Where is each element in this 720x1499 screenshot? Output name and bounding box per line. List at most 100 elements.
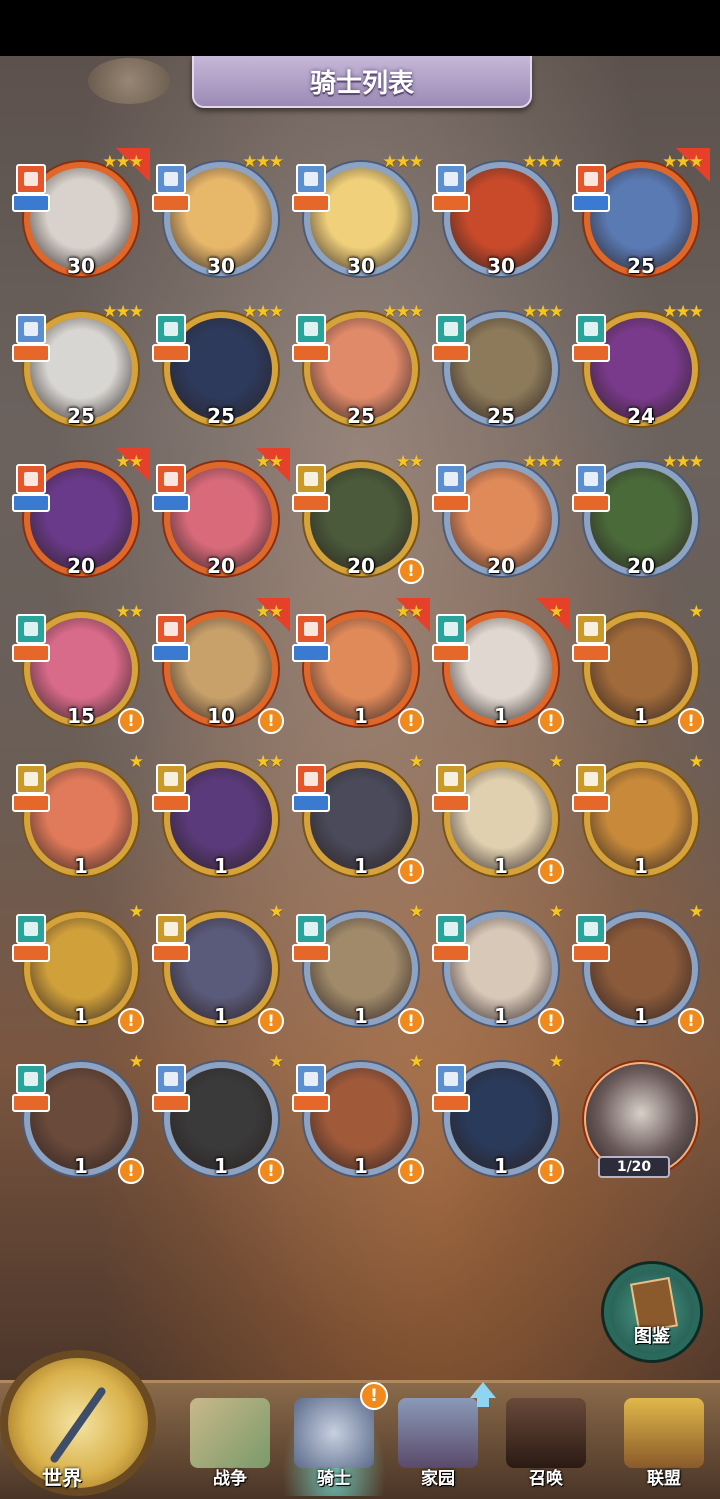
knight-card[interactable]: ★ 1 xyxy=(572,750,706,890)
knight-level: 25 xyxy=(487,404,515,428)
star-rating: ★ xyxy=(688,902,704,922)
star-rating: ★ xyxy=(688,752,704,772)
knight-card[interactable]: ★ 1! xyxy=(572,600,706,740)
knight-card[interactable]: ★ 1! xyxy=(12,900,146,1040)
knight-card[interactable]: ★★ 1 xyxy=(152,750,286,890)
knight-level: 20 xyxy=(67,554,95,578)
star-rating: ★ xyxy=(548,602,564,622)
alert-icon: ! xyxy=(398,708,424,734)
alert-icon: ! xyxy=(538,1158,564,1184)
knight-card[interactable]: ★ 1! xyxy=(12,1050,146,1190)
star-rating: ★★ xyxy=(255,602,285,622)
knight-card[interactable]: ★ 1! xyxy=(432,598,570,740)
alert-icon: ! xyxy=(118,1158,144,1184)
knight-card[interactable]: ★★★ 25 xyxy=(152,300,286,440)
role-badge-icon xyxy=(432,644,470,662)
star-rating: ★★★ xyxy=(662,152,704,172)
knight-card[interactable]: ★★★ 30 xyxy=(292,150,426,290)
alert-icon: ! xyxy=(258,1158,284,1184)
knight-card[interactable]: ★★★ 20 xyxy=(432,450,566,590)
knight-level: 1 xyxy=(634,854,648,878)
role-badge-icon xyxy=(572,944,610,962)
knight-card[interactable]: ★ 1! xyxy=(432,750,566,890)
star-rating: ★★★ xyxy=(662,302,704,322)
star-rating: ★ xyxy=(128,752,144,772)
knight-card[interactable]: ★★★ 30 xyxy=(12,148,150,290)
knight-card[interactable]: ★★★ 25 xyxy=(292,300,426,440)
star-rating: ★★★ xyxy=(382,302,424,322)
alert-icon: ! xyxy=(538,1008,564,1034)
star-rating: ★ xyxy=(548,902,564,922)
class-badge-icon xyxy=(16,614,46,644)
knight-card[interactable]: ★ 1! xyxy=(292,750,426,890)
knight-level: 25 xyxy=(67,404,95,428)
knight-level: 20 xyxy=(207,554,235,578)
nav-summon[interactable]: 召唤 xyxy=(494,1390,598,1496)
star-rating: ★★ xyxy=(395,452,425,472)
role-badge-icon xyxy=(432,194,470,212)
knight-card[interactable]: ★ 1! xyxy=(152,1050,286,1190)
world-label: 世界 xyxy=(42,1466,82,1490)
class-badge-icon xyxy=(296,1064,326,1094)
nav-alliance[interactable]: 联盟 xyxy=(612,1390,716,1496)
knight-level: 30 xyxy=(487,254,515,278)
knight-card[interactable]: ★★ 20 xyxy=(12,448,150,590)
knight-level: 20 xyxy=(627,554,655,578)
nav-home[interactable]: 家园 xyxy=(386,1390,490,1496)
knight-card[interactable]: ★★★ 30 xyxy=(152,150,286,290)
knight-card[interactable]: ★ 1! xyxy=(432,1050,566,1190)
knight-level: 20 xyxy=(487,554,515,578)
role-badge-icon xyxy=(292,1094,330,1112)
knight-level: 25 xyxy=(347,404,375,428)
knight-card[interactable]: ★ 1! xyxy=(292,900,426,1040)
knight-card[interactable]: ★ 1 xyxy=(12,750,146,890)
knight-level: 25 xyxy=(627,254,655,278)
role-badge-icon xyxy=(292,644,330,662)
class-badge-icon xyxy=(576,914,606,944)
knight-card[interactable]: ★ 1! xyxy=(152,900,286,1040)
star-rating: ★ xyxy=(128,902,144,922)
class-badge-icon xyxy=(296,164,326,194)
star-rating: ★ xyxy=(128,1052,144,1072)
knight-card[interactable]: ★ 1! xyxy=(572,900,706,1040)
knight-level: 25 xyxy=(207,404,235,428)
knight-card[interactable]: ★ 1! xyxy=(432,900,566,1040)
alert-icon: ! xyxy=(118,708,144,734)
class-badge-icon xyxy=(156,1064,186,1094)
star-rating: ★★★ xyxy=(662,452,704,472)
star-rating: ★ xyxy=(268,1052,284,1072)
page-title: 骑士列表 xyxy=(309,68,414,99)
title-banner: 骑士列表 xyxy=(192,56,532,108)
knight-card[interactable]: ★★★ 24 xyxy=(572,300,706,440)
knight-card[interactable]: ★★★ 25 xyxy=(572,148,710,290)
knight-card[interactable]: ★ 1! xyxy=(292,1050,426,1190)
alert-icon: ! xyxy=(398,858,424,884)
alert-icon: ! xyxy=(258,708,284,734)
knight-card[interactable]: ★★ 15! xyxy=(12,600,146,740)
class-badge-icon xyxy=(576,164,606,194)
knight-card[interactable]: ★★ 20 xyxy=(152,448,290,590)
knight-card[interactable]: ★★★ 25 xyxy=(12,300,146,440)
role-badge-icon xyxy=(572,494,610,512)
fragment-count: 1/20 xyxy=(598,1156,670,1178)
alert-icon: ! xyxy=(678,1008,704,1034)
star-rating: ★★ xyxy=(115,602,145,622)
locked-knight-card[interactable]: 1/20 xyxy=(576,1050,706,1190)
knight-card[interactable]: ★★★ 20 xyxy=(572,450,706,590)
star-rating: ★★★ xyxy=(522,452,564,472)
knight-card[interactable]: ★★★ 25 xyxy=(432,300,566,440)
class-badge-icon xyxy=(576,614,606,644)
knight-card[interactable]: ★★ 1! xyxy=(292,598,430,740)
knight-card[interactable]: ★★ 20! xyxy=(292,450,426,590)
class-badge-icon xyxy=(16,764,46,794)
nav-war[interactable]: 战争 xyxy=(178,1390,282,1496)
class-badge-icon xyxy=(16,314,46,344)
role-badge-icon xyxy=(12,344,50,362)
class-badge-icon xyxy=(576,464,606,494)
role-badge-icon xyxy=(432,344,470,362)
alert-icon: ! xyxy=(398,1008,424,1034)
role-badge-icon xyxy=(572,194,610,212)
knight-card[interactable]: ★★★ 30 xyxy=(432,150,566,290)
alert-icon: ! xyxy=(678,708,704,734)
knight-card[interactable]: ★★ 10! xyxy=(152,598,290,740)
